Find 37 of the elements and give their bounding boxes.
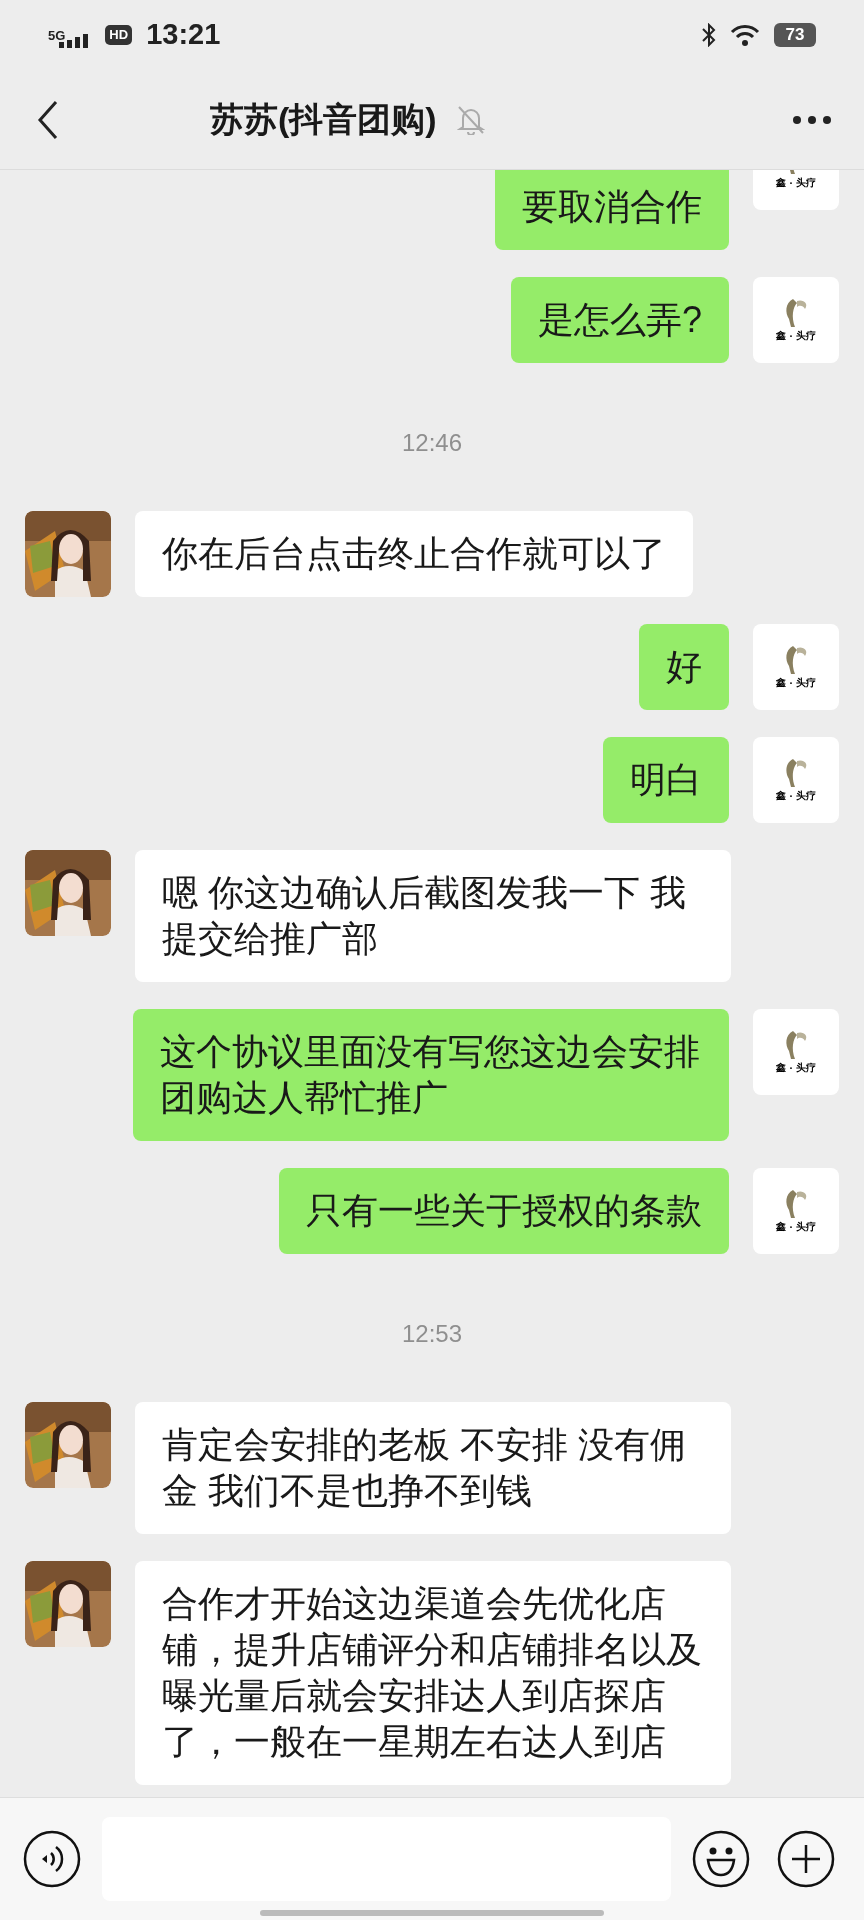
battery-icon: 73: [774, 23, 816, 47]
timestamp: 12:53: [401, 1319, 463, 1349]
avatar[interactable]: 鑫 · 头疗: [753, 1009, 839, 1095]
message-bubble: 肯定会安排的老板 不安排 没有佣金 我们不是也挣不到钱: [135, 1402, 731, 1534]
add-icon[interactable]: [776, 1829, 836, 1889]
network-label: 5G: [48, 28, 66, 42]
message-bubble: 好: [639, 624, 729, 710]
avatar-label: 鑫 · 头疗: [775, 789, 817, 803]
message-bubble: 只有一些关于授权的条款: [279, 1168, 729, 1254]
more-icon[interactable]: [792, 114, 832, 125]
avatar[interactable]: 鑫 · 头疗: [753, 624, 839, 710]
message-bubble: 你在后台点击终止合作就可以了: [135, 511, 693, 597]
avatar-label: 鑫 · 头疗: [775, 176, 817, 190]
message-bubble: 明白: [603, 737, 729, 823]
avatar-label: 鑫 · 头疗: [775, 1061, 817, 1075]
wifi-icon: [730, 24, 760, 46]
avatar[interactable]: 鑫 · 头疗: [753, 737, 839, 823]
status-time: 13:21: [146, 17, 221, 53]
message-bubble: 合作才开始这边渠道会先优化店铺，提升店铺评分和店铺排名以及曝光量后就会安排达人到店探店了，一般在一星期左右达人到店: [135, 1561, 731, 1785]
voice-icon[interactable]: [22, 1829, 82, 1889]
avatar[interactable]: 鑫 · 头疗: [753, 1168, 839, 1254]
back-icon[interactable]: [36, 99, 60, 140]
mute-bell-icon: [456, 104, 485, 135]
emoji-icon[interactable]: [691, 1829, 751, 1889]
timestamp: 12:46: [401, 428, 463, 458]
hd-badge: HD: [105, 25, 133, 45]
bluetooth-icon: [702, 23, 716, 47]
avatar-label: 鑫 · 头疗: [775, 676, 817, 690]
avatar[interactable]: 鑫 · 头疗: [753, 277, 839, 363]
message-bubble: 嗯 你这边确认后截图发我一下 我提交给推广部: [135, 850, 731, 982]
message-bubble: 是怎么弄?: [510, 277, 729, 363]
avatar-label: 鑫 · 头疗: [775, 329, 817, 343]
message-bubble: 要取消合作: [495, 170, 729, 250]
avatar-label: 鑫 · 头疗: [775, 1220, 817, 1234]
chat-title: 苏苏(抖音团购): [210, 99, 437, 140]
avatar[interactable]: 鑫 · 头疗: [753, 170, 839, 210]
message-bubble: 这个协议里面没有写您这边会安排团购达人帮忙推广: [133, 1009, 729, 1141]
